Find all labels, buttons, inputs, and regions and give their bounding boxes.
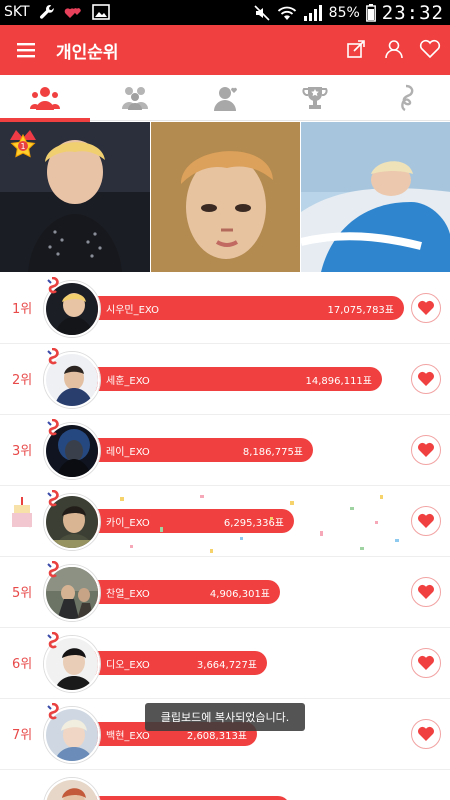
rank-label: 6위 — [12, 657, 33, 672]
trophy-icon — [302, 87, 328, 109]
toast-message: 클립보드에 복사되었습니다. — [160, 711, 290, 724]
heart-icon — [418, 442, 434, 457]
group-icon — [122, 87, 148, 110]
ranking-row-5[interactable]: 5위 찬열_EXO 4,906,301표 — [0, 557, 450, 628]
vote-bar — [80, 796, 290, 800]
top1-photo-2[interactable] — [150, 122, 300, 272]
top1-photo-1[interactable]: 1 — [0, 122, 150, 272]
vote-count: 14,896,111표 — [305, 376, 372, 387]
ranking-row-1[interactable]: 1위 시우민_EXO 17,075,783표 — [0, 273, 450, 344]
vote-heart-button[interactable] — [411, 648, 441, 678]
exo-logo-icon — [47, 632, 59, 649]
rank-label: 1위 — [12, 302, 33, 317]
ranking-row-3[interactable]: 3위 레이_EXO 8,186,775표 — [0, 415, 450, 486]
exo-logo-icon — [47, 277, 59, 294]
wrench-icon — [38, 3, 56, 21]
badge-number: 1 — [20, 142, 25, 151]
clock: 23:32 — [381, 2, 444, 24]
tab-fan[interactable] — [180, 75, 270, 121]
vote-bar: 시우민_EXO 17,075,783표 — [80, 296, 404, 320]
avatar[interactable] — [44, 778, 100, 800]
heart-icon — [418, 726, 434, 741]
vote-heart-button[interactable] — [411, 364, 441, 394]
vote-count: 4,906,301표 — [209, 589, 270, 600]
vote-count: 6,295,336표 — [223, 518, 284, 529]
vote-heart-button[interactable] — [411, 719, 441, 749]
wifi-icon — [277, 4, 297, 22]
person-group-icon — [30, 87, 60, 110]
member-name: 레이_EXO — [106, 447, 150, 458]
member-name: 백현_EXO — [106, 731, 150, 742]
rank-label: 7위 — [12, 728, 33, 743]
person-heart-icon — [214, 87, 237, 111]
heart-icon — [418, 513, 434, 528]
ranking-row-8-partial[interactable] — [0, 770, 450, 800]
share-icon[interactable] — [345, 38, 369, 62]
rank-label: 4위 — [12, 515, 33, 530]
profile-icon[interactable] — [383, 38, 407, 62]
vote-heart-button[interactable] — [411, 293, 441, 323]
top1-photo-3[interactable] — [300, 122, 450, 272]
category-tabs — [0, 75, 450, 122]
app-bar: 개인순위 — [0, 25, 450, 75]
vote-bar: 레이_EXO 8,186,775표 — [80, 438, 313, 462]
exo-logo-icon — [47, 419, 59, 436]
top-photo-strip: 1 — [0, 122, 450, 272]
tab-award[interactable] — [270, 75, 360, 121]
heart-icon — [418, 371, 434, 386]
copied-toast: 클립보드에 복사되었습니다. — [145, 703, 305, 731]
member-name: 시우민_EXO — [106, 305, 160, 316]
heart-icon — [418, 584, 434, 599]
member-name: 찬열_EXO — [106, 589, 150, 600]
member-name: 카이_EXO — [106, 518, 150, 529]
ranking-row-4[interactable]: 4위 카이_EXO 6,295,336표 — [0, 486, 450, 557]
battery-percent: 85% — [328, 5, 360, 21]
mute-icon — [253, 4, 271, 22]
vote-count: 17,075,783표 — [327, 305, 394, 316]
menu-icon[interactable] — [14, 38, 38, 62]
ranking-row-2[interactable]: 2위 세훈_EXO 14,896,111표 — [0, 344, 450, 415]
tab-music[interactable] — [360, 75, 450, 121]
heart-icon — [418, 655, 434, 670]
vote-bar: 찬열_EXO 4,906,301표 — [80, 580, 280, 604]
exo-logo-icon — [47, 561, 59, 578]
vote-heart-button[interactable] — [411, 506, 441, 536]
crown-badge-icon: 1 — [10, 130, 36, 158]
music-note-icon — [401, 84, 414, 112]
exo-logo-icon — [47, 348, 59, 365]
vote-bar: 카이_EXO 6,295,336표 — [80, 509, 294, 533]
vote-count: 8,186,775표 — [242, 447, 303, 458]
vote-count: 3,664,727표 — [196, 660, 257, 671]
gallery-icon — [91, 4, 110, 20]
tab-group[interactable] — [90, 75, 180, 121]
vote-heart-button[interactable] — [411, 435, 441, 465]
status-bar: SKT 85% 23:32 — [0, 0, 450, 25]
ranking-row-6[interactable]: 6위 디오_EXO 3,664,727표 — [0, 628, 450, 699]
page-title: 개인순위 — [56, 43, 119, 63]
vote-bar: 세훈_EXO 14,896,111표 — [80, 367, 382, 391]
heart-icon — [418, 300, 434, 315]
tab-individual[interactable] — [0, 75, 90, 122]
rank-label: 5위 — [12, 586, 33, 601]
rank-label: 2위 — [12, 373, 33, 388]
exo-logo-icon — [47, 490, 59, 507]
favorite-heart-icon[interactable] — [418, 38, 442, 62]
battery-icon — [365, 4, 376, 22]
rank-label: 3위 — [12, 444, 33, 459]
member-name: 세훈_EXO — [106, 376, 150, 387]
hearts-icon — [64, 4, 84, 20]
vote-bar: 디오_EXO 3,664,727표 — [80, 651, 267, 675]
signal-icon — [303, 4, 323, 22]
exo-logo-icon — [47, 703, 59, 720]
member-name: 디오_EXO — [106, 660, 150, 671]
carrier-label: SKT — [4, 4, 30, 20]
vote-heart-button[interactable] — [411, 577, 441, 607]
